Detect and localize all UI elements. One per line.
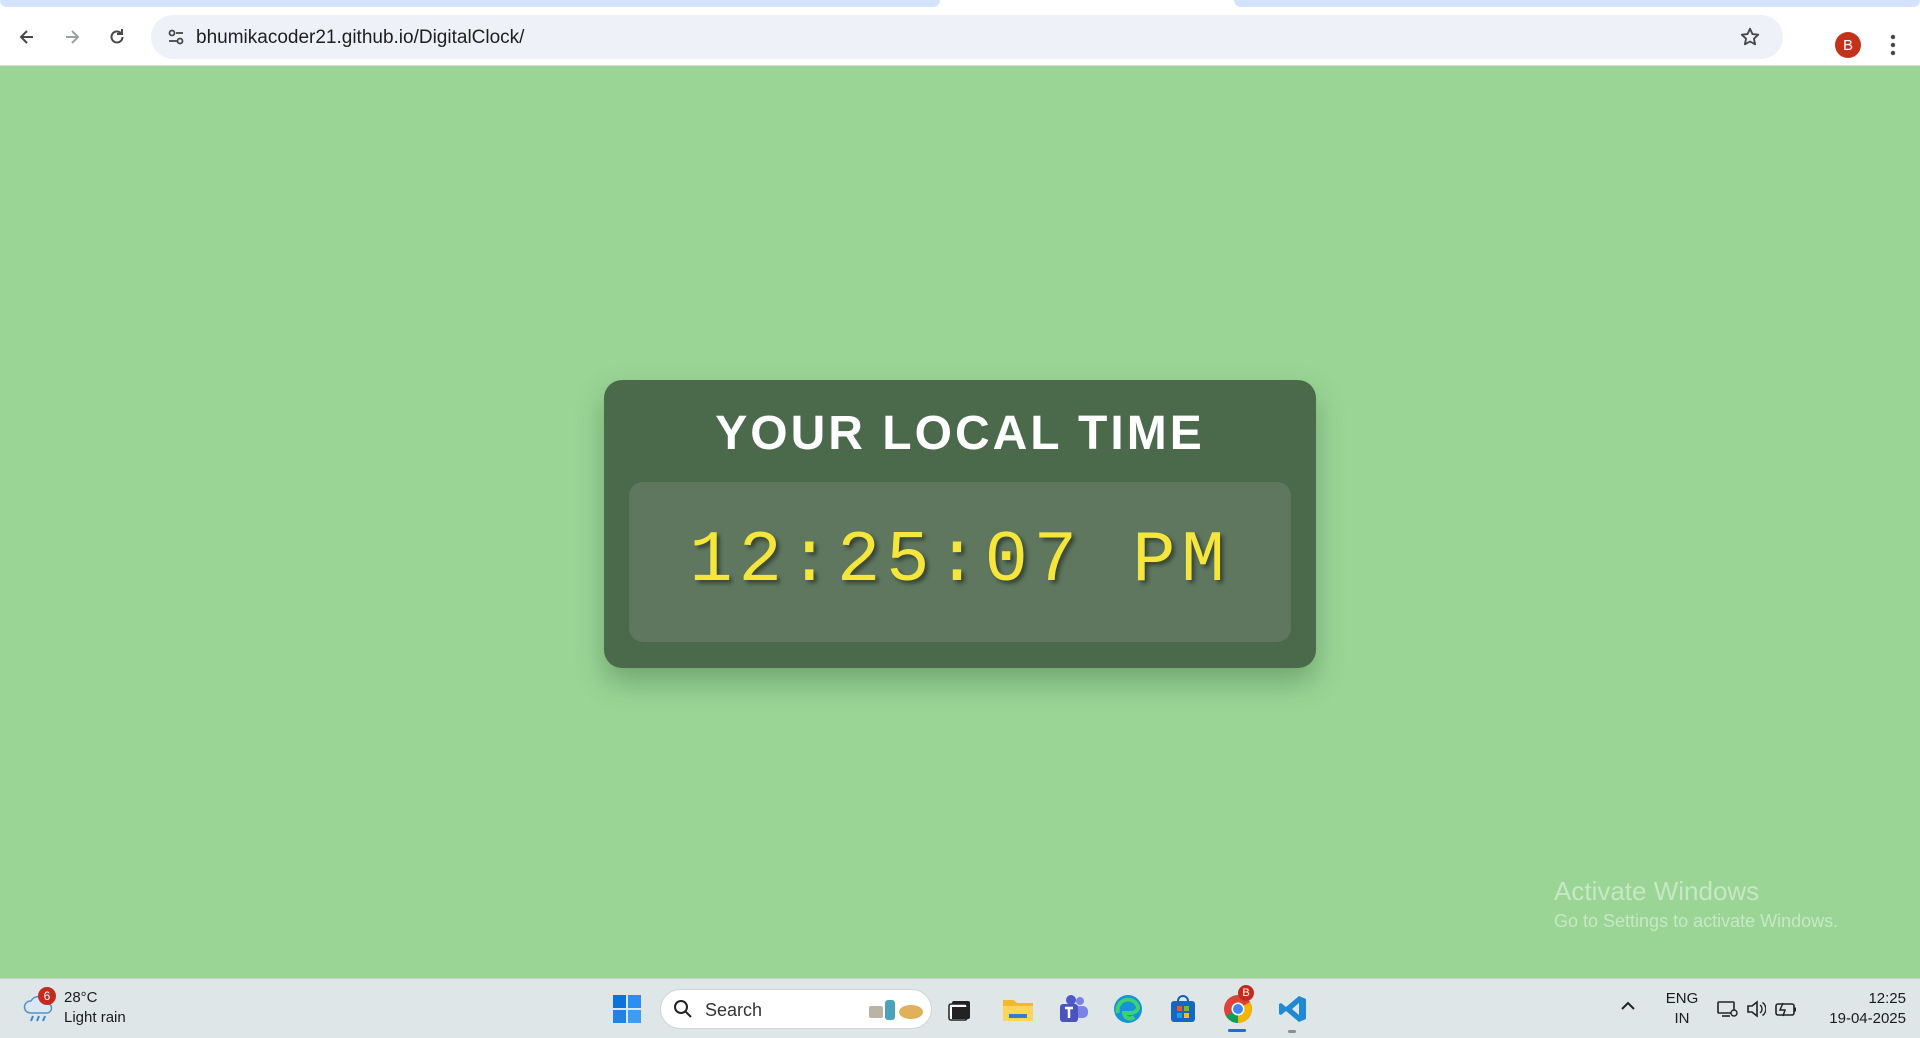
reload-button[interactable] (99, 19, 135, 55)
weather-desc: Light rain (64, 1009, 126, 1026)
store-icon (1171, 995, 1195, 1022)
browser-menu-button[interactable] (1878, 28, 1908, 62)
watermark-title: Activate Windows (1554, 876, 1760, 906)
back-arrow-icon (19, 30, 33, 44)
active-app-indicator (1228, 1029, 1246, 1032)
weather-badge: 6 (38, 987, 56, 1005)
tune-icon (168, 29, 184, 45)
browser-toolbar: bhumikacoder21.github.io/DigitalClock/ B (0, 8, 1920, 66)
windows-logo-icon (613, 995, 641, 1023)
star-icon (1740, 27, 1760, 46)
chrome-profile-badge: B (1238, 985, 1254, 1001)
system-clock[interactable]: 12:25 19-04-2025 (1810, 989, 1906, 1029)
back-button[interactable] (9, 19, 45, 55)
running-app-indicator (1288, 1030, 1296, 1033)
weather-temp: 28°C (64, 989, 98, 1006)
activate-windows-watermark: Activate Windows Go to Settings to activ… (1554, 876, 1838, 932)
start-button[interactable] (607, 989, 647, 1029)
tab-strip (0, 0, 1920, 8)
taskbar: 6 28°C Light rain Search B ENG IN 12:25 … (0, 978, 1920, 1038)
reload-icon (110, 29, 124, 44)
chevron-up-icon[interactable] (1620, 999, 1636, 1011)
search-highlight-icon (869, 1000, 923, 1020)
tab-left[interactable] (0, 0, 940, 7)
language-region: IN (1674, 1010, 1690, 1027)
teams-icon (1060, 995, 1088, 1022)
edge-icon (1114, 995, 1142, 1023)
clock-card: YOUR LOCAL TIME 12:25:07 PM (604, 380, 1316, 668)
task-view-button[interactable] (940, 989, 980, 1029)
edge-button[interactable] (1108, 989, 1148, 1029)
search-label: Search (705, 1000, 763, 1020)
url-text[interactable]: bhumikacoder21.github.io/DigitalClock/ (196, 27, 524, 49)
kebab-menu-icon (1890, 34, 1896, 56)
network-icon[interactable] (1716, 999, 1738, 1019)
store-button[interactable] (1163, 989, 1203, 1029)
bookmark-button[interactable] (1735, 22, 1765, 52)
time-display: 12:25:07 PM (689, 520, 1231, 602)
address-bar[interactable]: bhumikacoder21.github.io/DigitalClock/ (151, 15, 1783, 59)
task-view-icon (948, 1001, 970, 1021)
volume-icon[interactable] (1746, 999, 1766, 1019)
tab-right[interactable] (1234, 0, 1920, 7)
system-date: 19-04-2025 (1829, 1010, 1906, 1027)
vscode-button[interactable] (1273, 989, 1313, 1029)
teams-button[interactable] (1053, 989, 1093, 1029)
vscode-icon (1279, 996, 1306, 1022)
forward-arrow-icon (66, 30, 80, 44)
search-icon (674, 1000, 692, 1018)
language-code: ENG (1665, 990, 1699, 1007)
system-time: 12:25 (1868, 990, 1906, 1007)
page-viewport: YOUR LOCAL TIME 12:25:07 PM Activate Win… (0, 66, 1920, 978)
profile-avatar[interactable]: B (1835, 32, 1861, 58)
weather-widget[interactable]: 6 28°C Light rain (22, 987, 162, 1031)
taskbar-search[interactable]: Search (660, 989, 932, 1029)
file-explorer-button[interactable] (998, 989, 1038, 1029)
watermark-subtitle: Go to Settings to activate Windows. (1554, 911, 1839, 931)
clock-title: YOUR LOCAL TIME (715, 407, 1205, 460)
language-indicator[interactable]: ENG IN (1662, 989, 1702, 1029)
folder-icon (1003, 1000, 1033, 1021)
time-panel: 12:25:07 PM (629, 482, 1291, 642)
forward-button[interactable] (54, 19, 90, 55)
battery-icon[interactable] (1774, 999, 1798, 1019)
site-info-button[interactable] (159, 20, 193, 54)
